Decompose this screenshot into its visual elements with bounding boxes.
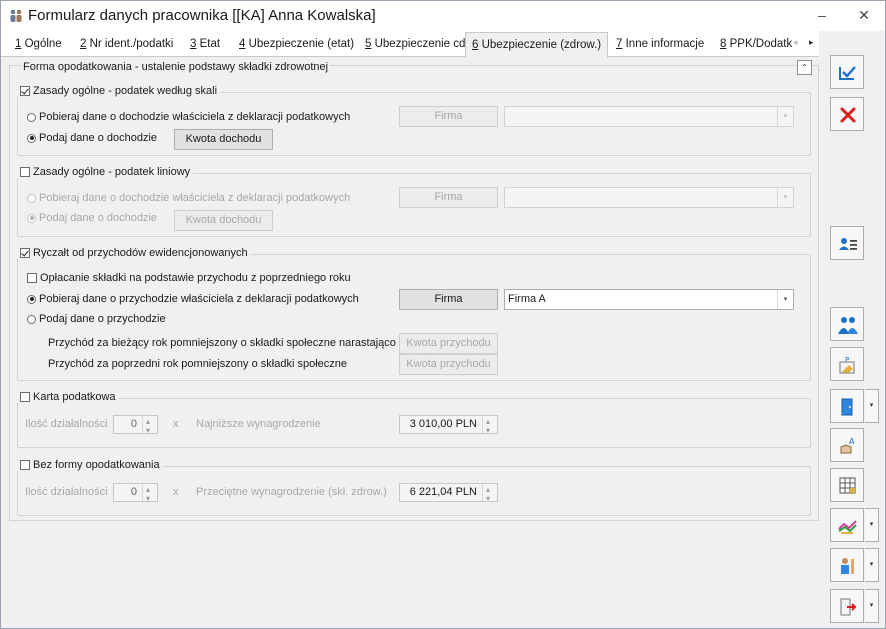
tab-ogolne[interactable]: 1 Ogólne (9, 34, 68, 56)
skala-kwota-dochodu-button[interactable]: Kwota dochodu (174, 129, 273, 150)
karta-wyn-field[interactable]: 3 010,00 PLN (399, 413, 498, 439)
tab-ppk-dodatk[interactable]: 8 PPK/Dodatk (714, 34, 798, 56)
tab-ubezpieczenie-etat[interactable]: 4 Ubezpieczenie (etat) (233, 34, 360, 56)
title-bar: Formularz danych pracownika [[KA] Anna K… (1, 1, 885, 31)
chart-button[interactable] (830, 508, 864, 542)
karta-ilosc-stepper[interactable]: 0 (113, 413, 158, 439)
svg-text:P: P (845, 356, 849, 364)
worker-button[interactable] (830, 548, 864, 582)
ryczalt-firma-button[interactable]: Firma (399, 289, 498, 310)
tab-bar: 1 Ogólne 2 Nr ident./podatki 3 Etat 4 Ub… (1, 31, 819, 58)
payment-hand-icon: A (840, 437, 855, 454)
chevron-down-icon[interactable]: ▾ (777, 290, 793, 309)
tab-scroll-right[interactable]: ▸ (809, 37, 814, 48)
ryczalt-kwota-poprzedni-button[interactable]: Kwota przychodu (399, 354, 498, 375)
document-stamp-button[interactable]: P (830, 347, 864, 381)
chevron-down-icon[interactable]: ▾ (777, 188, 793, 207)
karta-ilosc-label: Ilość działalności (25, 418, 108, 430)
liniowy-checkbox-box[interactable] (20, 167, 30, 177)
bez-formy-checkbox[interactable]: Bez formy opodatkowania (17, 459, 163, 471)
cancel-x-icon (840, 107, 856, 123)
cancel-button[interactable] (830, 97, 864, 131)
svg-text:A: A (849, 437, 855, 446)
ryczalt-row2-label: Przychód za poprzedni rok pomniejszony o… (48, 358, 347, 370)
liniowy-checkbox[interactable]: Zasady ogólne - podatek liniowy (17, 166, 194, 178)
skala-firma-combo[interactable]: ▾ (504, 106, 794, 127)
tab-nr-ident-podatki[interactable]: 2 Nr ident./podatki (74, 34, 179, 56)
ryczalt-radio-podaj[interactable]: Podaj dane o przychodzie (27, 313, 166, 325)
ryczalt-firma-combo[interactable]: Firma A ▾ (504, 289, 794, 310)
chart-dropdown[interactable]: ▾ (865, 508, 879, 542)
calendar-grid-button[interactable] (830, 468, 864, 502)
exit-door-button[interactable] (830, 389, 864, 423)
worker-icon (841, 558, 854, 574)
contact-card-icon (839, 238, 857, 250)
liniowy-firma-button[interactable]: Firma (399, 187, 498, 208)
liniowy-firma-combo[interactable]: ▾ (504, 187, 794, 208)
save-check-icon (839, 66, 856, 80)
minimize-button[interactable]: – (807, 5, 837, 25)
ryczalt-checkbox[interactable]: Ryczałt od przychodów ewidencjonowanych (17, 247, 251, 259)
payment-button[interactable]: A (830, 428, 864, 462)
bez-formy-wyn-field[interactable]: 6 221,04 PLN (399, 481, 498, 507)
tab-ubezpieczenie-cd[interactable]: 5 Ubezpieczenie cd (359, 34, 471, 56)
skala-checkbox-box[interactable] (20, 86, 30, 96)
liniowy-radio-pobieraj[interactable]: Pobieraj dane o dochodzie właściciela z … (27, 192, 350, 204)
bez-formy-wyn-label: Przeciętne wynagrodzenie (skł. zdrow.) (196, 486, 387, 498)
skala-radio-pobieraj[interactable]: Pobieraj dane o dochodzie właściciela z … (27, 111, 350, 123)
skala-radio-podaj[interactable]: Podaj dane o dochodzie (27, 132, 157, 144)
liniowy-radio-podaj[interactable]: Podaj dane o dochodzie (27, 212, 157, 224)
collapse-panel-button[interactable]: ⌃ (797, 60, 812, 75)
exit-icon (840, 598, 857, 616)
app-people-icon (10, 9, 22, 22)
skala-checkbox[interactable]: Zasady ogólne - podatek według skali (17, 85, 221, 97)
karta-checkbox-box[interactable] (20, 392, 30, 402)
chevron-down-icon[interactable]: ▾ (777, 107, 793, 126)
karta-wyn-label: Najniższe wynagrodzenie (196, 418, 321, 430)
employee-form-window: Formularz danych pracownika [[KA] Anna K… (0, 0, 886, 629)
ryczalt-checkbox-box[interactable] (20, 248, 30, 258)
calendar-grid-icon (839, 477, 856, 494)
exit-door-dropdown[interactable]: ▾ (865, 389, 879, 423)
family-icon (838, 317, 858, 334)
save-button[interactable] (830, 55, 864, 89)
tab-etat[interactable]: 3 Etat (184, 34, 226, 56)
ryczalt-kwota-biezacy-button[interactable]: Kwota przychodu (399, 333, 498, 354)
bez-formy-times-label: x (173, 486, 179, 498)
panel-title: Forma opodatkowania - ustalenie podstawy… (21, 61, 331, 73)
chart-icon (838, 520, 857, 534)
tab-ubezpieczenie-zdrow[interactable]: 6 Ubezpieczenie (zdrow.) (465, 32, 609, 58)
karta-times-label: x (173, 418, 179, 430)
skala-firma-button[interactable]: Firma (399, 106, 498, 127)
ryczalt-row1-label: Przychód za bieżący rok pomniejszony o s… (48, 337, 396, 349)
worker-dropdown[interactable]: ▾ (865, 548, 879, 582)
karta-checkbox[interactable]: Karta podatkowa (17, 391, 119, 403)
door-icon (841, 398, 853, 416)
ryczalt-checkbox-poprzedni-rok[interactable]: Opłacanie składki na podstawie przychodu… (27, 272, 351, 284)
ryczalt-radio-pobieraj[interactable]: Pobieraj dane o przychodzie właściciela … (27, 293, 359, 305)
bez-formy-ilosc-stepper[interactable]: 0 (113, 481, 158, 507)
document-stamp-icon: P (839, 356, 855, 374)
tab-scroll-left[interactable]: ◂ (793, 37, 798, 48)
exit-dropdown[interactable]: ▾ (865, 589, 879, 623)
exit-button[interactable] (830, 589, 864, 623)
contact-card-button[interactable] (830, 226, 864, 260)
bez-formy-ilosc-label: Ilość działalności (25, 486, 108, 498)
liniowy-kwota-dochodu-button[interactable]: Kwota dochodu (174, 210, 273, 231)
ryczalt-firma-value: Firma A (508, 293, 546, 305)
tab-inne-informacje[interactable]: 7 Inne informacje (610, 34, 710, 56)
close-window-button[interactable]: ✕ (849, 5, 879, 25)
bez-formy-checkbox-box[interactable] (20, 460, 30, 470)
window-title: Formularz danych pracownika [[KA] Anna K… (28, 7, 376, 24)
family-button[interactable] (830, 307, 864, 341)
